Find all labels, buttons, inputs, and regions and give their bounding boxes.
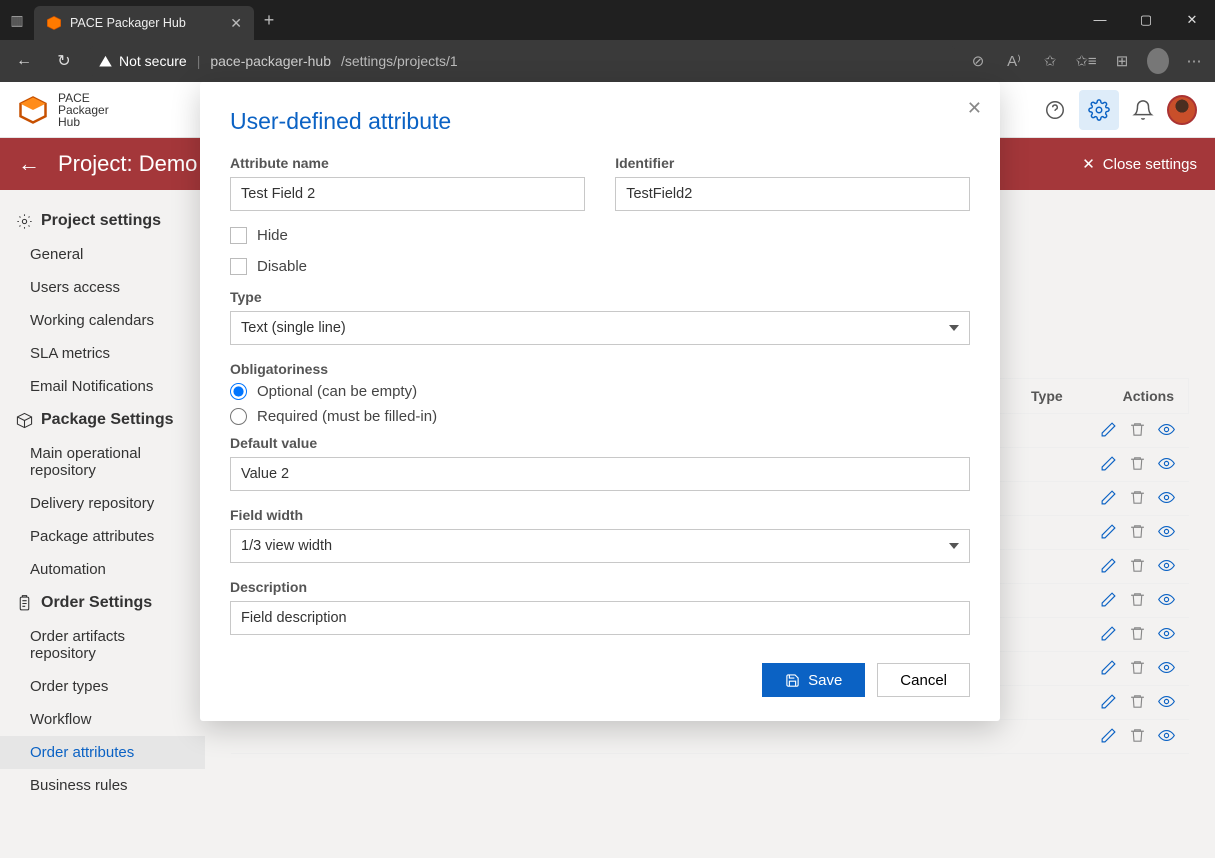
- address-bar[interactable]: Not secure | pace-packager-hub/settings/…: [90, 46, 955, 76]
- hide-label: Hide: [257, 227, 288, 244]
- url-separator: |: [197, 53, 201, 69]
- oblig-required-label: Required (must be filled-in): [257, 408, 437, 425]
- url-host: pace-packager-hub: [210, 53, 331, 69]
- default-value-input[interactable]: [230, 457, 970, 491]
- oblig-required-radio[interactable]: Required (must be filled-in): [230, 408, 970, 425]
- tab-close-icon[interactable]: ✕: [230, 15, 242, 32]
- hide-checkbox[interactable]: Hide: [230, 227, 970, 244]
- browser-toolbar: ← ↻ Not secure | pace-packager-hub/setti…: [0, 40, 1215, 82]
- tab-title: PACE Packager Hub: [70, 16, 186, 30]
- type-label: Type: [230, 289, 970, 305]
- cancel-label: Cancel: [900, 672, 947, 689]
- window-minimize-button[interactable]: —: [1077, 12, 1123, 28]
- description-label: Description: [230, 579, 970, 595]
- window-titlebar: ▥ PACE Packager Hub ✕ + — ▢ ✕: [0, 0, 1215, 40]
- field-width-label: Field width: [230, 507, 970, 523]
- tracking-icon[interactable]: ⊘: [967, 52, 989, 70]
- nav-refresh-button[interactable]: ↻: [50, 51, 78, 71]
- attr-name-label: Attribute name: [230, 155, 585, 171]
- save-button[interactable]: Save: [762, 663, 865, 697]
- profile-avatar-icon[interactable]: [1147, 48, 1169, 74]
- modal-title: User-defined attribute: [230, 108, 970, 135]
- field-width-select[interactable]: 1/3 view width: [230, 529, 970, 563]
- warning-icon: [98, 54, 113, 69]
- hide-checkbox-input[interactable]: [230, 227, 247, 244]
- disable-checkbox[interactable]: Disable: [230, 258, 970, 275]
- tab-favicon-icon: [46, 15, 62, 31]
- save-label: Save: [808, 672, 842, 689]
- browser-tab[interactable]: PACE Packager Hub ✕: [34, 6, 254, 40]
- window-maximize-button[interactable]: ▢: [1123, 12, 1169, 28]
- collections-icon[interactable]: ⊞: [1111, 52, 1133, 70]
- modal-close-button[interactable]: ✕: [967, 98, 982, 119]
- nav-back-button[interactable]: ←: [10, 52, 38, 70]
- save-icon: [785, 673, 800, 688]
- attr-name-input[interactable]: [230, 177, 585, 211]
- default-value-label: Default value: [230, 435, 970, 451]
- type-select[interactable]: Text (single line): [230, 311, 970, 345]
- oblig-required-input[interactable]: [230, 408, 247, 425]
- favorite-icon[interactable]: ✩: [1039, 52, 1061, 70]
- identifier-input[interactable]: [615, 177, 970, 211]
- identifier-label: Identifier: [615, 155, 970, 171]
- not-secure-label: Not secure: [119, 53, 187, 69]
- attribute-modal: ✕ User-defined attribute Attribute name …: [200, 82, 1000, 721]
- window-close-button[interactable]: ✕: [1169, 12, 1215, 28]
- oblig-optional-label: Optional (can be empty): [257, 383, 417, 400]
- not-secure-indicator[interactable]: Not secure: [98, 53, 187, 69]
- cancel-button[interactable]: Cancel: [877, 663, 970, 697]
- oblig-optional-radio[interactable]: Optional (can be empty): [230, 383, 970, 400]
- tab-actions-icon[interactable]: ▥: [0, 12, 34, 29]
- read-aloud-icon[interactable]: A⁾: [1003, 52, 1025, 70]
- new-tab-button[interactable]: +: [254, 10, 284, 31]
- oblig-optional-input[interactable]: [230, 383, 247, 400]
- browser-right-icons: ⊘ A⁾ ✩ ✩≡ ⊞ ⋯: [967, 48, 1205, 74]
- browser-menu-icon[interactable]: ⋯: [1183, 52, 1205, 70]
- url-path: /settings/projects/1: [341, 53, 458, 69]
- obligatoriness-label: Obligatoriness: [230, 361, 970, 377]
- disable-label: Disable: [257, 258, 307, 275]
- window-controls: — ▢ ✕: [1077, 12, 1215, 28]
- disable-checkbox-input[interactable]: [230, 258, 247, 275]
- favorites-bar-icon[interactable]: ✩≡: [1075, 52, 1097, 70]
- description-input[interactable]: [230, 601, 970, 635]
